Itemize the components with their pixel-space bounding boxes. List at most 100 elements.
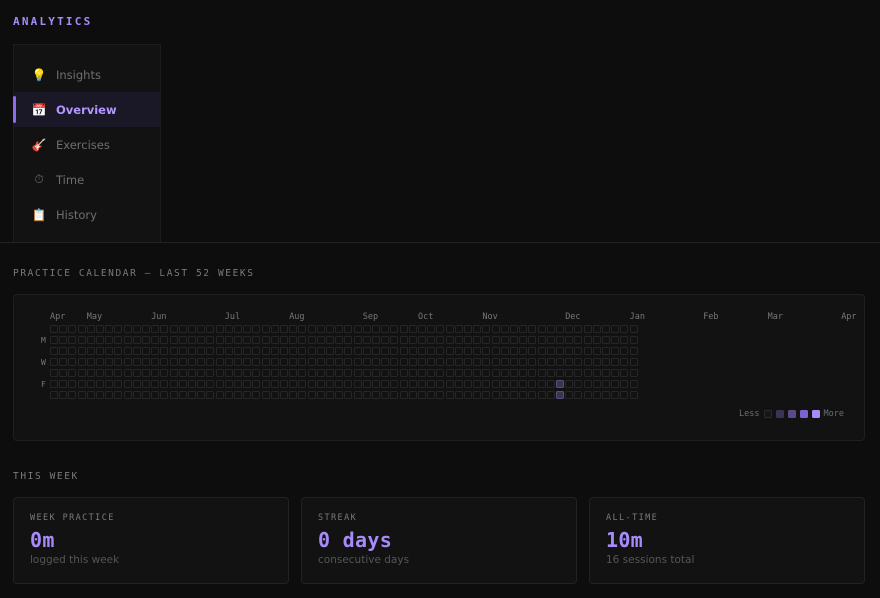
heatmap-cell — [611, 380, 620, 388]
sidebar-item-time[interactable]: ⏱ Time — [14, 162, 160, 197]
heatmap-cell — [289, 369, 298, 377]
heatmap-cell — [537, 369, 546, 377]
heatmap-cell — [160, 369, 169, 377]
heatmap-cell — [206, 325, 215, 333]
heatmap-cell — [215, 336, 224, 344]
heatmap-cell — [86, 380, 95, 388]
heatmap-cell — [224, 380, 233, 388]
heatmap-cell-active — [556, 391, 564, 399]
month-label: Mar — [767, 312, 783, 322]
heatmap-cell — [160, 358, 169, 366]
heatmap-cell — [59, 380, 68, 388]
heatmap-cell — [86, 369, 95, 377]
heatmap-cell — [261, 369, 270, 377]
heatmap-cell — [583, 369, 592, 377]
heatmap-cell — [160, 336, 169, 344]
heatmap-cell — [482, 380, 491, 388]
heatmap-cell — [151, 369, 160, 377]
heatmap-cell — [206, 336, 215, 344]
heatmap-cell — [574, 336, 583, 344]
heatmap-cell — [353, 391, 362, 399]
guitar-icon: 🎸 — [31, 137, 47, 152]
stat-card-all-time: ALL-TIME 10m 16 sessions total — [589, 497, 865, 584]
sidebar-item-history[interactable]: 📋 History — [14, 197, 160, 232]
heatmap-cell — [436, 336, 445, 344]
heatmap-cell — [510, 358, 518, 366]
heatmap-cell — [500, 369, 509, 377]
heatmap-cell — [482, 358, 491, 366]
heatmap-cell — [362, 325, 371, 333]
heatmap-cell — [362, 391, 371, 399]
heatmap-cell — [491, 347, 500, 355]
heatmap-cell — [59, 369, 68, 377]
heatmap-cell — [537, 391, 546, 399]
heatmap-cell — [77, 380, 86, 388]
heatmap-cell — [556, 358, 564, 366]
heatmap-cell — [500, 336, 509, 344]
heatmap-cell — [316, 347, 325, 355]
heatmap-cell — [326, 347, 334, 355]
heatmap-cell — [261, 391, 270, 399]
heatmap-cell — [445, 380, 454, 388]
heatmap-cell — [372, 336, 380, 344]
heatmap-cell — [335, 358, 344, 366]
heatmap-cell — [519, 336, 528, 344]
sidebar-item-overview[interactable]: 📅 Overview — [13, 92, 160, 127]
heatmap-cell — [59, 336, 68, 344]
heatmap-cell — [261, 325, 270, 333]
heatmap-cell — [280, 369, 288, 377]
app-title: ANALYTICS — [13, 15, 93, 28]
heatmap-cell — [169, 391, 178, 399]
sidebar-nav: 💡 Insights 📅 Overview 🎸 Exercises ⏱ Time… — [13, 44, 161, 242]
heatmap-cell — [418, 336, 426, 344]
heatmap-cell — [289, 347, 298, 355]
heatmap-cell — [59, 347, 68, 355]
heatmap-cell — [234, 325, 242, 333]
heatmap-cell — [86, 391, 95, 399]
heatmap-cell — [583, 380, 592, 388]
heatmap-cell — [224, 369, 233, 377]
heatmap-cell — [473, 380, 482, 388]
heatmap-cell — [629, 347, 638, 355]
heatmap-cell — [399, 325, 408, 333]
heatmap-cell — [289, 358, 298, 366]
heatmap-cell — [316, 391, 325, 399]
heatmap-cell — [169, 336, 178, 344]
heatmap-cell — [252, 369, 261, 377]
stat-card-week-practice: WEEK PRACTICE 0m logged this week — [13, 497, 289, 584]
heatmap-cell — [123, 380, 132, 388]
heatmap-cell — [546, 380, 555, 388]
heatmap-cell — [234, 380, 242, 388]
heatmap-cell — [592, 391, 601, 399]
calendar-icon: 📅 — [31, 102, 47, 117]
heatmap-cell — [362, 336, 371, 344]
heatmap-cell — [510, 336, 518, 344]
day-label: W — [41, 358, 46, 367]
heatmap-cell — [335, 347, 344, 355]
heatmap-cell — [482, 347, 491, 355]
heatmap-cell — [556, 336, 564, 344]
heatmap-cell — [629, 336, 638, 344]
heatmap-cell — [399, 336, 408, 344]
heatmap-cell — [565, 358, 574, 366]
heatmap-cell — [50, 358, 58, 366]
heatmap-cell — [270, 325, 279, 333]
heatmap-cell — [298, 391, 307, 399]
heatmap-cell — [546, 325, 555, 333]
heatmap-cell — [427, 391, 436, 399]
heatmap-cell — [224, 347, 233, 355]
heatmap-cell — [482, 369, 491, 377]
heatmap-cell — [206, 380, 215, 388]
sidebar-item-exercises[interactable]: 🎸 Exercises — [14, 127, 160, 162]
heatmap-cell — [510, 391, 518, 399]
heatmap-cell — [436, 347, 445, 355]
sidebar-item-insights[interactable]: 💡 Insights — [14, 57, 160, 92]
heatmap-cell — [77, 369, 86, 377]
heatmap-cell — [142, 380, 150, 388]
heatmap-cell — [399, 380, 408, 388]
heatmap-cell — [96, 391, 104, 399]
heatmap-cell — [335, 325, 344, 333]
heatmap-cell — [546, 336, 555, 344]
heatmap-cell — [77, 336, 86, 344]
heatmap-cell — [307, 325, 316, 333]
